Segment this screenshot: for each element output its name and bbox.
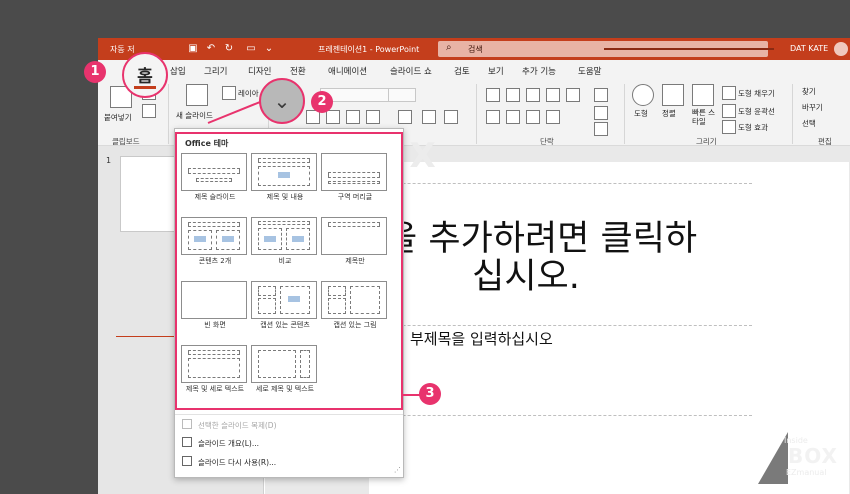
paste-label[interactable]: 붙여넣기 xyxy=(104,112,132,123)
slide-thumbnail-number: 1 xyxy=(106,156,112,165)
layout-label[interactable]: 레이아 xyxy=(238,88,259,99)
shape-effects-label[interactable]: 도형 효과 xyxy=(738,122,768,133)
tab-transitions[interactable]: 전환 xyxy=(290,65,306,77)
text-direction-icon[interactable] xyxy=(594,88,608,102)
duplicate-icon xyxy=(182,419,192,429)
insidebox-logo: Inside BOX EZmanual xyxy=(758,432,844,488)
font-color-icon[interactable] xyxy=(398,110,412,124)
justify-icon[interactable] xyxy=(546,110,560,124)
redo-icon[interactable]: ↻ xyxy=(222,42,236,56)
user-avatar[interactable] xyxy=(834,42,848,56)
shapes-label[interactable]: 도형 xyxy=(634,108,648,119)
user-name[interactable]: DAT KATE xyxy=(790,44,828,53)
tab-insert[interactable]: 삽입 xyxy=(170,65,186,77)
save-icon[interactable]: ▣ xyxy=(186,42,200,56)
new-slide-icon[interactable] xyxy=(186,84,208,106)
shape-outline-label[interactable]: 도형 윤곽선 xyxy=(738,106,775,117)
menu-item-label: 선택한 슬라이드 복제(D) xyxy=(198,421,277,430)
shape-fill-label[interactable]: 도형 채우기 xyxy=(738,88,775,99)
home-tab-zoom[interactable]: 홈 xyxy=(122,52,168,98)
ribbon-separator xyxy=(168,84,169,144)
logo-main-text: BOX xyxy=(788,444,838,468)
title-bar: 자동 저 ▣ ↶ ↻ ▭ ⌄ 프레젠테이션1 - PowerPoint ⌕ 검색… xyxy=(98,38,850,60)
arrange-label[interactable]: 정렬 xyxy=(662,108,676,119)
select-button[interactable]: 선택 xyxy=(802,118,816,129)
new-slide-label[interactable]: 새 슬라이드 xyxy=(176,110,213,121)
slide-subtitle-placeholder[interactable]: 부제목을 입력하십시오 xyxy=(410,328,553,349)
thumbnail-insertion-line xyxy=(116,336,176,337)
home-tab-label: 홈 xyxy=(137,67,153,87)
tab-view[interactable]: 보기 xyxy=(488,65,504,77)
layout-gallery-highlight xyxy=(175,132,403,410)
shape-fill-icon[interactable] xyxy=(722,86,736,100)
tab-help[interactable]: 도움말 xyxy=(578,65,601,77)
font-size-select[interactable] xyxy=(388,88,416,102)
title-bar-divider xyxy=(604,48,774,50)
undo-icon[interactable]: ↶ xyxy=(204,42,218,56)
layout-icon[interactable] xyxy=(222,86,236,100)
copy-icon[interactable] xyxy=(142,104,156,118)
step-badge-1: 1 xyxy=(84,61,106,83)
shape-effects-icon[interactable] xyxy=(722,120,736,134)
align-right-icon[interactable] xyxy=(526,110,540,124)
home-tab-underline xyxy=(134,86,156,89)
ribbon-separator xyxy=(792,84,793,144)
logo-bottom-text: EZmanual xyxy=(786,468,827,477)
ribbon-tabs: 삽입 그리기 디자인 전환 애니메이션 슬라이드 쇼 검토 보기 추가 기능 도… xyxy=(98,60,850,80)
tab-addins[interactable]: 추가 기능 xyxy=(522,65,556,77)
menu-item-label: 슬라이드 개요(L)... xyxy=(198,439,259,448)
resize-grip-icon[interactable]: ⋰ xyxy=(394,466,401,474)
clear-format-icon[interactable] xyxy=(422,110,436,124)
search-placeholder: 검색 xyxy=(468,45,483,54)
ribbon-separator xyxy=(476,84,477,144)
line-spacing-icon[interactable] xyxy=(566,88,580,102)
tab-draw[interactable]: 그리기 xyxy=(204,65,227,77)
reuse-icon xyxy=(182,456,192,466)
bullets-icon[interactable] xyxy=(486,88,500,102)
customize-icon[interactable]: ⌄ xyxy=(262,42,276,56)
align-center-icon[interactable] xyxy=(506,110,520,124)
outline-icon xyxy=(182,437,192,447)
present-icon[interactable]: ▭ xyxy=(244,42,258,56)
quick-styles-icon[interactable] xyxy=(692,84,714,106)
tab-design[interactable]: 디자인 xyxy=(248,65,271,77)
decrease-indent-icon[interactable] xyxy=(526,88,540,102)
find-button[interactable]: 찾기 xyxy=(802,86,816,97)
underline-icon[interactable] xyxy=(346,110,360,124)
increase-indent-icon[interactable] xyxy=(546,88,560,102)
replace-button[interactable]: 바꾸기 xyxy=(802,102,823,113)
document-title: 프레젠테이션1 - PowerPoint xyxy=(318,45,420,54)
smartart-icon[interactable] xyxy=(594,122,608,136)
align-text-icon[interactable] xyxy=(594,106,608,120)
autosave-label[interactable]: 자동 저 xyxy=(110,44,135,55)
arrange-icon[interactable] xyxy=(662,84,684,106)
slide-title-line1: 목을 추가하려면 클릭하 xyxy=(352,219,698,259)
search-icon: ⌕ xyxy=(446,42,452,53)
step-badge-2: 2 xyxy=(311,91,333,113)
tab-slideshow[interactable]: 슬라이드 쇼 xyxy=(390,65,432,77)
align-left-icon[interactable] xyxy=(486,110,500,124)
menu-separator xyxy=(175,414,403,415)
ribbon-separator xyxy=(624,84,625,144)
shapes-icon[interactable] xyxy=(632,84,654,106)
strike-icon[interactable] xyxy=(366,110,380,124)
italic-icon[interactable] xyxy=(326,110,340,124)
quick-styles-label[interactable]: 빠른 스타일 xyxy=(692,108,716,126)
step-badge-3: 3 xyxy=(419,383,441,405)
shape-outline-icon[interactable] xyxy=(722,104,736,118)
chevron-down-icon: ⌄ xyxy=(273,89,291,113)
tab-animations[interactable]: 애니메이션 xyxy=(328,65,367,77)
numbering-icon[interactable] xyxy=(506,88,520,102)
menu-item-label: 슬라이드 다시 사용(R)... xyxy=(198,458,277,467)
new-slide-dropdown-zoom[interactable]: ⌄ xyxy=(259,78,305,124)
highlight-icon[interactable] xyxy=(444,110,458,124)
tab-review[interactable]: 검토 xyxy=(454,65,470,77)
